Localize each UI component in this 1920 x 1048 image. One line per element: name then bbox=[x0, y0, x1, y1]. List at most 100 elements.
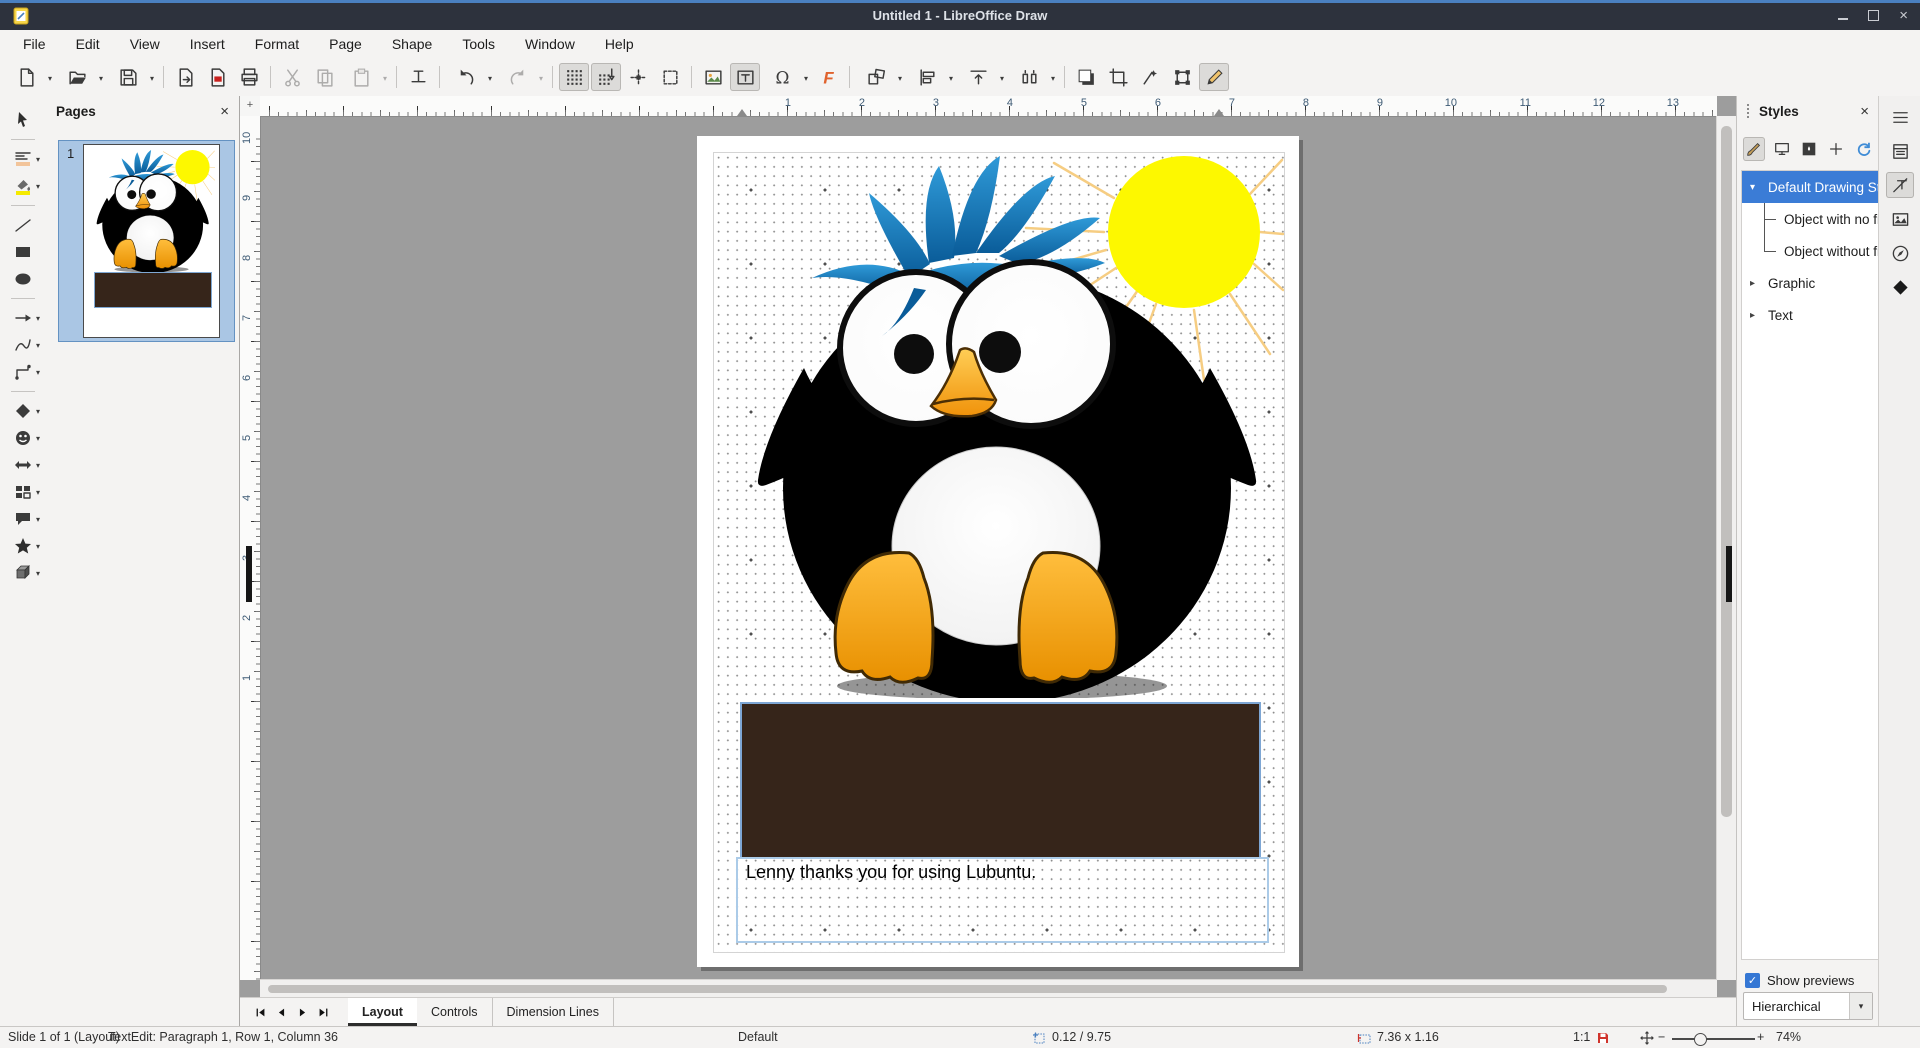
edit-points-button[interactable] bbox=[1167, 63, 1197, 91]
align-objects-button[interactable] bbox=[907, 63, 956, 91]
new-style-button[interactable] bbox=[1825, 137, 1847, 161]
display-grid-toggle[interactable] bbox=[559, 63, 589, 91]
stars-banners-tool[interactable] bbox=[5, 532, 41, 559]
style-default-drawing[interactable]: ▾ Default Drawing Style bbox=[1742, 171, 1878, 203]
unsaved-changes-icon[interactable] bbox=[1596, 1031, 1610, 1045]
horizontal-scrollbar-thumb[interactable] bbox=[268, 985, 1667, 993]
previous-page-button[interactable] bbox=[271, 998, 292, 1026]
undo-button[interactable] bbox=[446, 63, 495, 91]
left-panel-grip[interactable] bbox=[246, 546, 252, 602]
special-character-button[interactable]: Ω bbox=[762, 63, 811, 91]
menu-item[interactable]: Page bbox=[314, 30, 377, 58]
presentation-styles-button[interactable] bbox=[1770, 137, 1792, 161]
select-tool[interactable] bbox=[5, 106, 41, 133]
ruler-indent-marker-right[interactable] bbox=[1214, 109, 1224, 116]
style-view-dropdown[interactable]: Hierarchical ▾ bbox=[1743, 992, 1873, 1020]
print-button[interactable] bbox=[234, 63, 264, 91]
minimize-icon[interactable] bbox=[1838, 18, 1848, 20]
menu-item[interactable]: Help bbox=[590, 30, 649, 58]
fill-color-tool[interactable] bbox=[5, 172, 41, 199]
open-button[interactable] bbox=[57, 63, 106, 91]
zoom-slider[interactable] bbox=[1672, 1038, 1755, 1040]
style-object-with-no-fill[interactable]: Object with no fill bbox=[1742, 203, 1878, 235]
drawing-workspace[interactable]: Lenny thanks you for using Lubuntu. bbox=[260, 116, 1717, 980]
tab-dimension-lines[interactable]: Dimension Lines bbox=[493, 998, 614, 1026]
arrange-button[interactable] bbox=[958, 63, 1007, 91]
redo-button[interactable] bbox=[497, 63, 546, 91]
show-previews-checkbox[interactable]: ✓ bbox=[1745, 973, 1760, 988]
cut-button[interactable] bbox=[277, 63, 307, 91]
lines-arrows-tool[interactable] bbox=[5, 304, 41, 331]
ruler-indent-marker-left[interactable] bbox=[737, 109, 747, 116]
menu-item[interactable]: Window bbox=[510, 30, 590, 58]
close-icon[interactable]: × bbox=[1899, 8, 1908, 23]
style-graphic[interactable]: ▸ Graphic bbox=[1742, 267, 1878, 299]
tab-controls[interactable]: Controls bbox=[417, 998, 493, 1026]
curves-polygons-tool[interactable] bbox=[5, 331, 41, 358]
flowchart-shapes-tool[interactable] bbox=[5, 478, 41, 505]
last-page-button[interactable] bbox=[313, 998, 334, 1026]
insert-text-box-button[interactable] bbox=[730, 63, 760, 91]
menu-item[interactable]: Insert bbox=[175, 30, 240, 58]
navigator-tab[interactable] bbox=[1886, 240, 1914, 266]
style-text[interactable]: ▸ Text bbox=[1742, 299, 1878, 331]
expander-icon[interactable]: ▸ bbox=[1750, 310, 1768, 321]
save-button[interactable] bbox=[108, 63, 157, 91]
shapes-tab[interactable] bbox=[1886, 274, 1914, 300]
connectors-tool[interactable] bbox=[5, 358, 41, 385]
filter-button[interactable] bbox=[1135, 63, 1165, 91]
next-page-button[interactable] bbox=[292, 998, 313, 1026]
clone-formatting-button[interactable] bbox=[403, 63, 433, 91]
penguin-image[interactable] bbox=[724, 138, 1284, 698]
drawing-page[interactable]: Lenny thanks you for using Lubuntu. bbox=[697, 136, 1299, 967]
text-box-object[interactable]: Lenny thanks you for using Lubuntu. bbox=[736, 857, 1269, 943]
restore-icon[interactable] bbox=[1868, 10, 1879, 21]
horizontal-ruler[interactable]: 12345678910111213 bbox=[260, 96, 1717, 117]
close-icon[interactable]: × bbox=[1860, 103, 1869, 120]
zoom-slider-thumb[interactable] bbox=[1694, 1033, 1707, 1046]
transformations-button[interactable] bbox=[856, 63, 905, 91]
titlebar[interactable]: Untitled 1 - LibreOffice Draw × bbox=[0, 0, 1920, 30]
block-arrows-tool[interactable] bbox=[5, 451, 41, 478]
line-tool[interactable] bbox=[5, 211, 41, 238]
callout-shapes-tool[interactable] bbox=[5, 505, 41, 532]
ruler-origin-box[interactable]: + bbox=[240, 96, 261, 117]
menu-item[interactable]: Shape bbox=[377, 30, 447, 58]
menu-item[interactable]: File bbox=[8, 30, 61, 58]
gallery-tab[interactable] bbox=[1886, 206, 1914, 232]
panel-grip-icon[interactable] bbox=[1747, 104, 1753, 118]
drawing-styles-button[interactable] bbox=[1743, 137, 1765, 161]
distribute-button[interactable] bbox=[1009, 63, 1058, 91]
ellipse-tool[interactable] bbox=[5, 265, 41, 292]
horizontal-scrollbar[interactable] bbox=[260, 979, 1717, 998]
sidebar-menu-button[interactable] bbox=[1886, 104, 1914, 130]
new-document-button[interactable] bbox=[6, 63, 55, 91]
export-pdf-button[interactable] bbox=[202, 63, 232, 91]
shadow-button[interactable] bbox=[1071, 63, 1101, 91]
chevron-down-icon[interactable]: ▾ bbox=[1849, 993, 1872, 1019]
symbol-shapes-tool[interactable] bbox=[5, 424, 41, 451]
line-color-tool[interactable] bbox=[5, 145, 41, 172]
snap-guides-toggle[interactable] bbox=[655, 63, 685, 91]
menu-item[interactable]: View bbox=[115, 30, 175, 58]
paste-button[interactable] bbox=[341, 63, 390, 91]
close-icon[interactable]: × bbox=[220, 103, 229, 120]
helplines-toggle[interactable] bbox=[623, 63, 653, 91]
copy-button[interactable] bbox=[309, 63, 339, 91]
fontwork-button[interactable]: F bbox=[813, 63, 843, 91]
page-thumbnail-selected[interactable]: 1 bbox=[58, 140, 235, 342]
show-draw-functions-button[interactable] bbox=[1199, 63, 1229, 91]
properties-tab[interactable] bbox=[1886, 138, 1914, 164]
page-thumbnail[interactable] bbox=[83, 144, 220, 338]
styles-tab[interactable] bbox=[1886, 172, 1914, 198]
snap-to-grid-toggle[interactable] bbox=[591, 63, 621, 91]
3d-objects-tool[interactable] bbox=[5, 559, 41, 586]
expander-icon[interactable]: ▸ bbox=[1750, 278, 1768, 289]
scale-indicator[interactable]: 1:1 bbox=[1573, 1030, 1590, 1044]
tab-layout[interactable]: Layout bbox=[348, 998, 417, 1026]
rectangle-tool[interactable] bbox=[5, 238, 41, 265]
menu-item[interactable]: Tools bbox=[447, 30, 510, 58]
update-style-button[interactable] bbox=[1853, 137, 1875, 161]
menu-item[interactable]: Format bbox=[240, 30, 314, 58]
insert-image-button[interactable] bbox=[698, 63, 728, 91]
